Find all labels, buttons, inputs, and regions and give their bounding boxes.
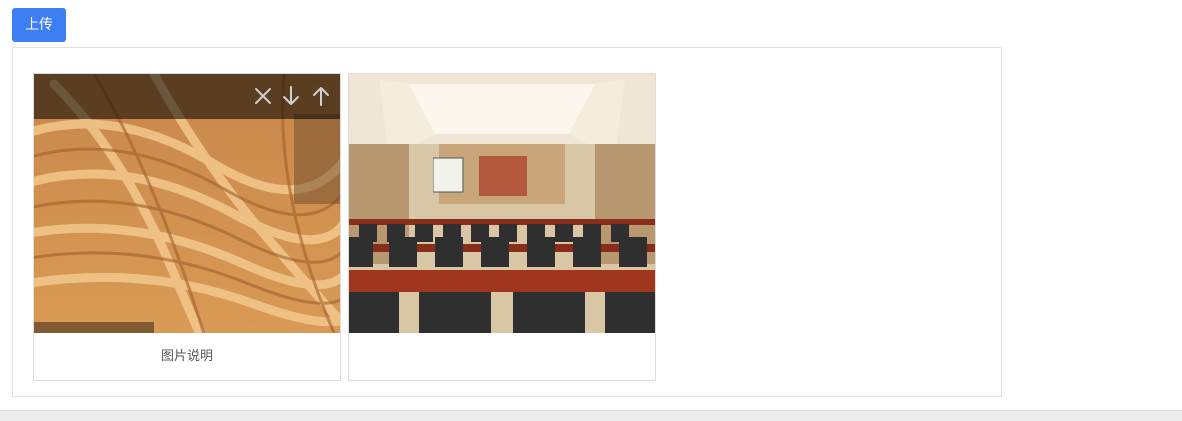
image-caption[interactable] [349,333,655,381]
image-thumbnail[interactable] [349,74,655,333]
arrow-down-icon[interactable] [278,83,304,109]
image-card [348,73,656,381]
image-caption[interactable]: 图片说明 [34,333,340,381]
conference-hall-image [349,74,655,333]
image-card: 图片说明 [33,73,341,381]
bottom-bar [0,410,1182,421]
image-gallery-panel: 图片说明 [12,47,1002,397]
arrow-up-icon[interactable] [308,83,334,109]
close-icon[interactable] [250,83,276,109]
image-toolbar [34,74,340,119]
upload-button[interactable]: 上传 [12,8,66,42]
